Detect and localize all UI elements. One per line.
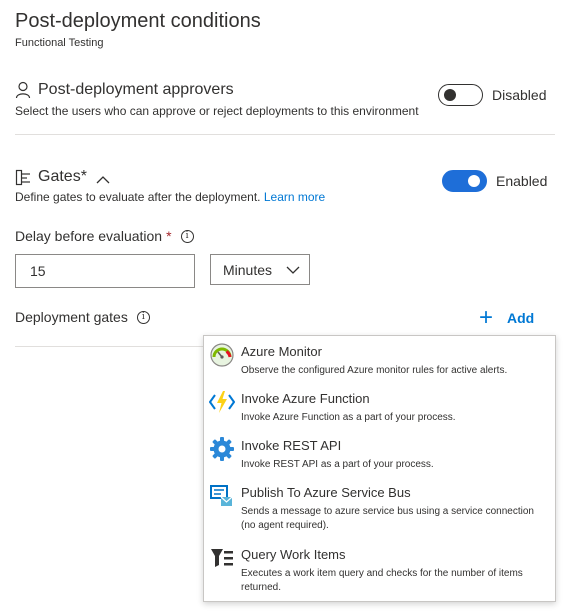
- menu-item-description: Invoke Azure Function as a part of your …: [241, 412, 456, 423]
- menu-item-title: Azure Monitor: [241, 344, 322, 359]
- menu-item-invoke-rest-api[interactable]: Invoke REST API Invoke REST API as a par…: [204, 430, 555, 476]
- add-gate-button[interactable]: + Add: [479, 304, 535, 331]
- plus-icon: +: [479, 304, 494, 331]
- gates-header[interactable]: Gates*: [15, 168, 110, 186]
- approvers-header: Post-deployment approvers: [15, 81, 234, 99]
- gates-toggle-label: Enabled: [496, 173, 548, 189]
- gates-icon: [15, 169, 32, 186]
- gates-toggle[interactable]: [442, 170, 487, 192]
- gates-description: Define gates to evaluate after the deplo…: [15, 190, 261, 204]
- info-icon[interactable]: i: [136, 310, 150, 324]
- menu-item-description: Invoke REST API as a part of your proces…: [241, 459, 434, 470]
- section-divider: [15, 134, 555, 135]
- deployment-gates-label-row: Deployment gates i: [15, 309, 150, 325]
- gates-toggle-group: Enabled: [442, 170, 547, 192]
- page-title: Post-deployment conditions: [15, 10, 261, 32]
- delay-unit-dropdown[interactable]: Minutes: [210, 254, 310, 285]
- approvers-label: Post-deployment approvers: [38, 81, 234, 98]
- menu-item-description: Observe the configured Azure monitor rul…: [241, 365, 508, 376]
- menu-item-invoke-azure-function[interactable]: Invoke Azure Function Invoke Azure Funct…: [204, 383, 555, 429]
- menu-item-publish-azure-service-bus[interactable]: Publish To Azure Service Bus Sends a mes…: [204, 477, 555, 538]
- gates-divider: [15, 346, 205, 347]
- menu-item-query-work-items[interactable]: Query Work Items Executes a work item qu…: [204, 539, 555, 601]
- delay-label: Delay before evaluation: [15, 228, 163, 244]
- gate-type-menu: Azure Monitor Observe the configured Azu…: [203, 335, 556, 602]
- delay-input[interactable]: 15: [15, 254, 195, 288]
- toggle-knob: [444, 89, 456, 101]
- gates-description-line: Define gates to evaluate after the deplo…: [15, 190, 325, 204]
- rest-api-icon: [209, 436, 235, 462]
- page-subtitle: Functional Testing: [15, 37, 104, 49]
- add-gate-label: Add: [507, 310, 535, 326]
- menu-item-title: Invoke REST API: [241, 438, 342, 453]
- approvers-toggle-label: Disabled: [492, 87, 547, 103]
- menu-item-azure-monitor[interactable]: Azure Monitor Observe the configured Azu…: [204, 336, 555, 382]
- required-mark: *: [166, 228, 172, 244]
- info-icon[interactable]: i: [180, 229, 194, 243]
- toggle-knob: [468, 175, 480, 187]
- approvers-toggle[interactable]: [438, 84, 483, 106]
- delay-label-row: Delay before evaluation * i: [15, 228, 194, 244]
- gates-label: Gates*: [38, 168, 87, 185]
- approvers-description: Select the users who can approve or reje…: [15, 104, 419, 118]
- menu-item-title: Publish To Azure Service Bus: [241, 485, 411, 500]
- menu-item-description: Sends a message to azure service bus usi…: [241, 506, 534, 531]
- azure-monitor-icon: [209, 342, 235, 368]
- learn-more-link[interactable]: Learn more: [264, 190, 325, 204]
- menu-item-description: Executes a work item query and checks fo…: [241, 568, 523, 593]
- service-bus-icon: [209, 483, 235, 509]
- chevron-up-icon[interactable]: [96, 172, 110, 184]
- delay-value: 15: [30, 263, 46, 279]
- menu-item-title: Invoke Azure Function: [241, 391, 370, 406]
- chevron-down-icon: [286, 262, 300, 278]
- query-work-items-icon: [209, 545, 235, 571]
- azure-function-icon: [208, 389, 236, 415]
- deployment-gates-label: Deployment gates: [15, 309, 128, 325]
- delay-unit-value: Minutes: [223, 261, 273, 278]
- menu-item-title: Query Work Items: [241, 547, 346, 562]
- approvers-toggle-group: Disabled: [438, 84, 546, 106]
- person-icon: [15, 81, 31, 99]
